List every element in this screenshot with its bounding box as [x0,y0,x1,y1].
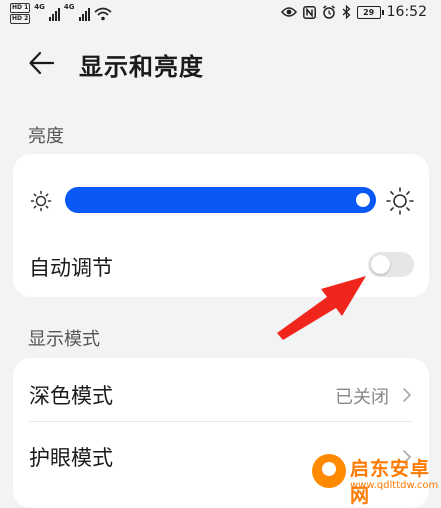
hd-badge-2: HD 2 [10,14,31,24]
status-bar-time: 16:52 [386,4,427,20]
hd-badges: HD 1 HD 2 [10,3,31,24]
page-title: 显示和亮度 [79,53,204,81]
alarm-icon [322,5,335,19]
section-title-brightness: 亮度 [28,126,64,147]
eye-icon [280,7,297,17]
wifi-icon [93,7,112,20]
status-bar-left: HD 1 HD 2 4G 4G [10,3,112,24]
dark-mode-label: 深色模式 [29,384,113,408]
bluetooth-icon [342,5,351,19]
network-type-2: 4G [63,3,75,11]
status-bar: HD 1 HD 2 4G 4G 29 16:52 [0,0,441,28]
auto-adjust-toggle[interactable] [368,252,414,277]
battery-icon: 29 [356,5,384,19]
watermark: 启东安卓网 www.qdlttdw.com [306,450,441,507]
brightness-slider-row [13,179,429,219]
eye-comfort-label: 护眼模式 [29,446,113,470]
brightness-slider[interactable] [65,187,376,213]
brightness-high-icon [386,187,414,215]
dark-mode-row[interactable]: 深色模式 已关闭 [13,358,429,421]
brightness-slider-thumb[interactable] [356,193,370,207]
nfc-icon [302,5,316,19]
chevron-right-icon [403,388,412,402]
dark-mode-value: 已关闭 [335,387,389,408]
watermark-url: www.qdlttdw.com [350,480,439,491]
hd-badge-1: HD 1 [10,3,31,13]
header: 显示和亮度 [0,40,441,86]
auto-adjust-label: 自动调节 [29,256,113,280]
brightness-low-icon [30,190,52,212]
brightness-card: 自动调节 [13,154,429,297]
watermark-logo [312,454,346,488]
signal-icon-1 [48,7,60,21]
section-title-display-mode: 显示模式 [28,329,100,350]
status-bar-right: 29 16:52 [280,4,427,20]
network-type-1: 4G [34,3,45,11]
auto-adjust-toggle-knob [371,255,390,274]
back-arrow-icon[interactable] [28,50,56,76]
signal-icon-2 [78,7,90,21]
